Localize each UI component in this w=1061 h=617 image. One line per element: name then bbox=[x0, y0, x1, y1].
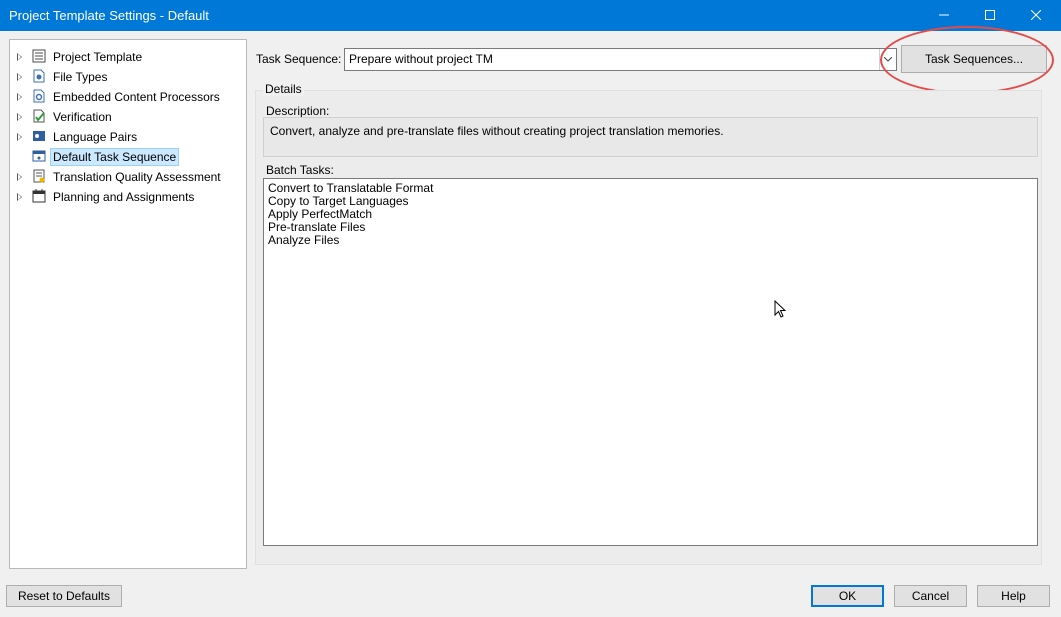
expand-arrow-icon[interactable] bbox=[17, 193, 22, 201]
tree-item-file-types[interactable]: File Types bbox=[10, 67, 246, 87]
expand-arrow-icon[interactable] bbox=[17, 113, 22, 121]
tree-item-language-pairs[interactable]: Language Pairs bbox=[10, 127, 246, 147]
expand-arrow-icon[interactable] bbox=[17, 133, 22, 141]
details-group-label: Details bbox=[263, 82, 304, 96]
tree-item-label: File Types bbox=[53, 70, 108, 84]
project-template-icon bbox=[32, 49, 46, 63]
calendar-icon bbox=[32, 189, 46, 203]
task-sequence-dropdown[interactable]: Prepare without project TM bbox=[344, 48, 897, 71]
window-title: Project Template Settings - Default bbox=[9, 8, 209, 23]
expand-arrow-icon[interactable] bbox=[17, 53, 22, 61]
tree-item-label: Planning and Assignments bbox=[53, 190, 195, 204]
minimize-icon bbox=[939, 14, 949, 16]
maximize-icon bbox=[985, 10, 995, 20]
tree-item-planning-and-assignments[interactable]: Planning and Assignments bbox=[10, 187, 246, 207]
expand-arrow-icon[interactable] bbox=[17, 73, 22, 81]
tree-item-label: Embedded Content Processors bbox=[53, 90, 220, 104]
expand-arrow-icon[interactable] bbox=[17, 173, 22, 181]
help-button[interactable]: Help bbox=[977, 585, 1050, 607]
dialog-client-area: Project Template File Types Embedded Con… bbox=[1, 26, 1060, 616]
description-box: Convert, analyze and pre-translate files… bbox=[263, 117, 1038, 157]
tree-item-default-task-sequence[interactable]: Default Task Sequence bbox=[10, 147, 246, 167]
expand-arrow-icon[interactable] bbox=[17, 93, 22, 101]
tree-item-project-template[interactable]: Project Template bbox=[10, 47, 246, 67]
verification-icon bbox=[33, 109, 45, 123]
tree-item-label: Default Task Sequence bbox=[50, 148, 180, 166]
file-types-icon bbox=[33, 69, 45, 83]
description-text: Convert, analyze and pre-translate files… bbox=[270, 124, 724, 138]
language-pairs-icon bbox=[33, 131, 45, 141]
mouse-cursor-icon bbox=[774, 300, 787, 318]
tree-item-label: Verification bbox=[53, 110, 112, 124]
title-bar[interactable]: Project Template Settings - Default bbox=[0, 0, 1061, 31]
tree-item-label: Language Pairs bbox=[53, 130, 138, 144]
description-label: Description: bbox=[266, 104, 330, 118]
highlight-ellipse bbox=[880, 26, 1054, 94]
close-icon bbox=[1031, 10, 1041, 20]
ok-button[interactable]: OK bbox=[811, 585, 884, 607]
cancel-button[interactable]: Cancel bbox=[894, 585, 967, 607]
tree-item-translation-quality-assessment[interactable]: Translation Quality Assessment bbox=[10, 167, 246, 187]
embedded-content-icon bbox=[33, 89, 45, 103]
batch-tasks-list[interactable]: Convert to Translatable Format Copy to T… bbox=[263, 178, 1038, 546]
tree-item-embedded-content-processors[interactable]: Embedded Content Processors bbox=[10, 87, 246, 107]
tree-item-label: Translation Quality Assessment bbox=[53, 170, 221, 184]
tree-item-verification[interactable]: Verification bbox=[10, 107, 246, 127]
settings-tree[interactable]: Project Template File Types Embedded Con… bbox=[9, 39, 247, 569]
task-sequence-label: Task Sequence: bbox=[256, 52, 342, 66]
close-button[interactable] bbox=[1013, 0, 1059, 31]
list-item[interactable]: Analyze Files bbox=[268, 234, 339, 247]
task-sequence-icon bbox=[32, 150, 46, 162]
batch-tasks-label: Batch Tasks: bbox=[266, 163, 334, 177]
task-sequence-value: Prepare without project TM bbox=[349, 52, 493, 66]
quality-assessment-icon bbox=[33, 169, 45, 183]
reset-to-defaults-button[interactable]: Reset to Defaults bbox=[6, 585, 122, 607]
tree-item-label: Project Template bbox=[53, 50, 143, 64]
